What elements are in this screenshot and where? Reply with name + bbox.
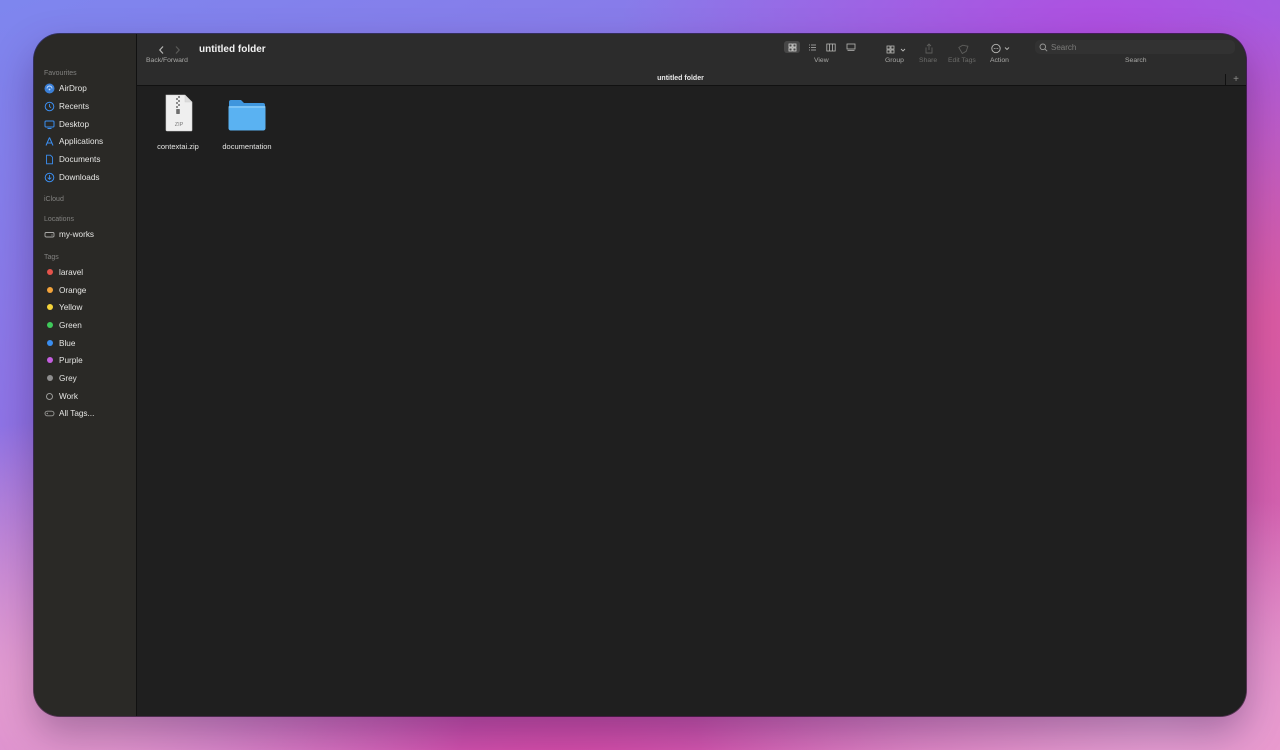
sidebar-item-documents[interactable]: Documents — [44, 151, 130, 167]
zip-file-icon: ZIP — [165, 94, 193, 132]
list-icon — [808, 44, 816, 50]
sidebar-item-desktop[interactable]: Desktop — [44, 116, 130, 132]
sidebar-item-label: Recents — [59, 101, 90, 111]
share-icon — [925, 43, 933, 54]
gallery-view-button[interactable] — [843, 41, 859, 53]
tag-color-dot — [46, 392, 53, 400]
tag-icon — [958, 44, 969, 55]
file-name-label: contextai.zip — [157, 142, 199, 151]
sidebar-item-label: Documents — [59, 154, 101, 164]
chevron-down-icon — [900, 48, 906, 52]
all-tags-icon — [44, 408, 55, 419]
sidebar: Favourites AirDrop Recents Desktop Appli… — [34, 34, 137, 716]
tag-label: Blue — [59, 338, 76, 348]
tag-color-dot — [46, 340, 53, 346]
sidebar-item-downloads[interactable]: Downloads — [44, 169, 130, 185]
clock-icon — [44, 101, 55, 112]
tag-color-dot — [46, 357, 53, 363]
search-field[interactable] — [1035, 40, 1235, 54]
sidebar-item-airdrop[interactable]: AirDrop — [44, 80, 130, 96]
icon-view-button[interactable] — [784, 41, 800, 53]
icloud-header[interactable]: iCloud — [44, 196, 64, 203]
tag-label: Orange — [59, 285, 87, 295]
sidebar-item-label: Downloads — [59, 172, 100, 182]
tag-color-dot — [46, 322, 53, 328]
gallery-icon — [846, 43, 856, 51]
tag-item-green[interactable]: Green — [44, 317, 130, 333]
path-bar: untitled folder + — [137, 74, 1246, 86]
tag-color-dot — [46, 375, 53, 381]
sidebar-item-applications[interactable]: Applications — [44, 133, 130, 149]
tag-label: All Tags... — [59, 408, 95, 418]
tag-label: Green — [59, 320, 82, 330]
tag-color-dot — [46, 269, 53, 275]
tag-label: Grey — [59, 373, 77, 383]
finder-window: Favourites AirDrop Recents Desktop Appli… — [34, 34, 1246, 716]
window-title: untitled folder — [199, 44, 266, 55]
plus-icon: + — [1233, 73, 1239, 85]
grid-icon — [788, 43, 796, 51]
folder-icon — [228, 100, 266, 131]
tag-item-purple[interactable]: Purple — [44, 352, 130, 368]
group-label: Group — [885, 57, 904, 64]
file-name-label: documentation — [222, 142, 272, 151]
document-icon — [44, 154, 55, 165]
sidebar-item-label: Applications — [59, 136, 104, 146]
more-icon — [991, 43, 1001, 54]
tag-item-blue[interactable]: Blue — [44, 335, 130, 351]
locations-header: Locations — [44, 216, 74, 223]
desktop-icon — [44, 119, 55, 130]
sidebar-item-label: Desktop — [59, 119, 90, 129]
tag-item-laravel[interactable]: laravel — [44, 264, 130, 280]
action-label: Action — [990, 57, 1009, 64]
toolbar: Back/Forward untitled folder View Group … — [137, 34, 1246, 74]
tag-item-grey[interactable]: Grey — [44, 370, 130, 386]
tag-label: Yellow — [59, 302, 83, 312]
back-forward-label: Back/Forward — [146, 57, 188, 64]
favourites-header: Favourites — [44, 70, 77, 77]
airdrop-icon — [44, 83, 55, 94]
edit-tags-label: Edit Tags — [948, 57, 976, 64]
applications-icon — [44, 136, 55, 147]
current-folder-title: untitled folder — [657, 75, 704, 82]
columns-icon — [826, 43, 836, 51]
tag-color-dot — [46, 287, 53, 293]
tag-label: Purple — [59, 355, 83, 365]
chevron-down-icon — [1004, 47, 1010, 51]
chevron-right-icon — [175, 46, 181, 54]
search-label: Search — [1125, 57, 1147, 64]
tag-item-yellow[interactable]: Yellow — [44, 299, 130, 315]
tag-label: laravel — [59, 267, 84, 277]
chevron-left-icon — [158, 46, 164, 54]
file-browser-area[interactable]: ZIP contextai.zip documentation — [137, 86, 1246, 716]
new-tab-button[interactable]: + — [1225, 74, 1246, 85]
tag-item-work[interactable]: Work — [44, 388, 130, 404]
drive-icon — [44, 229, 55, 240]
sidebar-item-my-works[interactable]: my-works — [44, 226, 130, 242]
group-grid-icon — [886, 45, 895, 54]
tag-item-orange[interactable]: Orange — [44, 282, 130, 298]
file-item-documentation[interactable]: documentation — [212, 94, 282, 154]
tag-label: Work — [59, 391, 78, 401]
sidebar-item-label: my-works — [59, 229, 95, 239]
share-label: Share — [919, 57, 938, 64]
zip-badge: ZIP — [175, 122, 184, 128]
file-item-contextai-zip[interactable]: ZIP contextai.zip — [143, 94, 213, 154]
sidebar-item-recents[interactable]: Recents — [44, 98, 130, 114]
view-label: View — [814, 57, 829, 64]
search-icon — [1035, 43, 1051, 52]
sidebar-item-label: AirDrop — [59, 83, 87, 93]
list-view-button[interactable] — [804, 41, 820, 53]
download-icon — [44, 172, 55, 183]
search-input[interactable] — [1051, 42, 1221, 52]
tags-header: Tags — [44, 254, 59, 261]
tag-color-dot — [46, 304, 53, 310]
tag-item-all-tags[interactable]: All Tags... — [44, 405, 130, 421]
column-view-button[interactable] — [823, 41, 839, 53]
